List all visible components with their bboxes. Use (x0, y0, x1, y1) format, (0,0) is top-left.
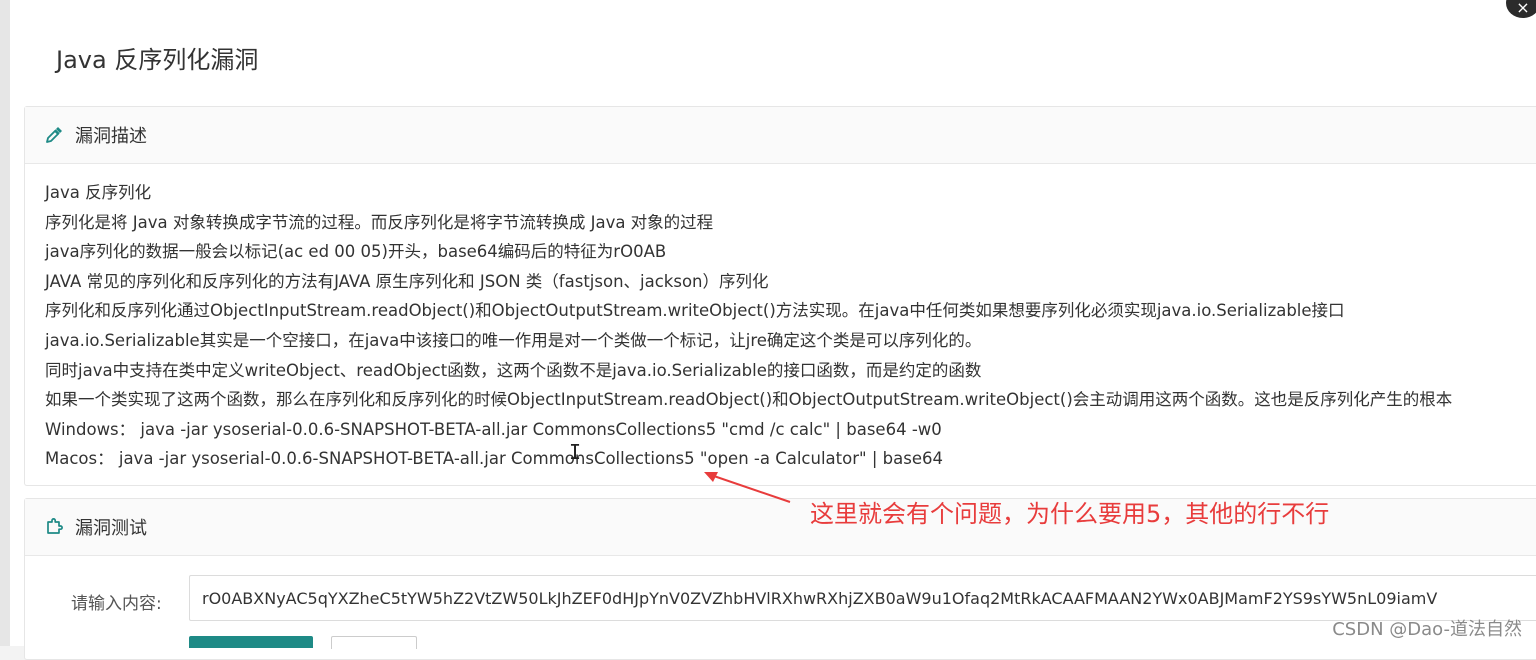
description-line: JAVA 常见的序列化和反序列化的方法有JAVA 原生序列化和 JSON 类（f… (45, 271, 769, 291)
description-body: Java 反序列化 序列化是将 Java 对象转换成字节流的过程。而反序列化是将… (25, 164, 1536, 474)
reset-button[interactable] (331, 636, 417, 649)
description-line: java.io.Serializable其实是一个空接口，在java中该接口的唯… (45, 330, 982, 350)
vulnerability-modal: × Java 反序列化漏洞 漏洞描述 Java 反序列化 序列化是将 Java … (10, 0, 1536, 660)
description-line: Windows： java -jar ysoserial-0.0.6-SNAPS… (45, 419, 942, 439)
watermark: CSDN @Dao-道法自然 (1332, 619, 1522, 640)
payload-input-label: 请输入内容: (71, 594, 162, 614)
description-line: 如果一个类实现了这两个函数，那么在序列化和反序列化的时候ObjectInputS… (45, 390, 1453, 410)
description-line: java序列化的数据一般会以标记(ac ed 00 05)开头，base64编码… (45, 242, 667, 262)
description-panel-header: 漏洞描述 (25, 107, 1536, 164)
puzzle-icon (45, 518, 63, 536)
annotation-arrow-icon (704, 472, 791, 503)
description-panel-title: 漏洞描述 (75, 126, 147, 147)
eyedropper-icon (45, 126, 63, 144)
description-line: Java 反序列化 (45, 183, 152, 202)
modal-title: Java 反序列化漏洞 (56, 46, 259, 74)
annotation-text: 这里就会有个问题，为什么要用5，其他的行不行 (810, 500, 1330, 528)
submit-button[interactable] (189, 636, 313, 648)
description-line: 序列化是将 Java 对象转换成字节流的过程。而反序列化是将字节流转换成 Jav… (45, 212, 714, 232)
description-line: 同时java中支持在类中定义writeObject、readObject函数，这… (45, 360, 982, 380)
modal-header: Java 反序列化漏洞 (10, 0, 1536, 108)
description-line: 序列化和反序列化通过ObjectInputStream.readObject()… (45, 301, 1345, 321)
payload-form-row: 请输入内容: (25, 575, 1536, 623)
text-cursor-icon: I (569, 440, 582, 464)
description-panel: 漏洞描述 Java 反序列化 序列化是将 Java 对象转换成字节流的过程。而反… (24, 106, 1536, 486)
test-panel-title: 漏洞测试 (75, 518, 147, 539)
